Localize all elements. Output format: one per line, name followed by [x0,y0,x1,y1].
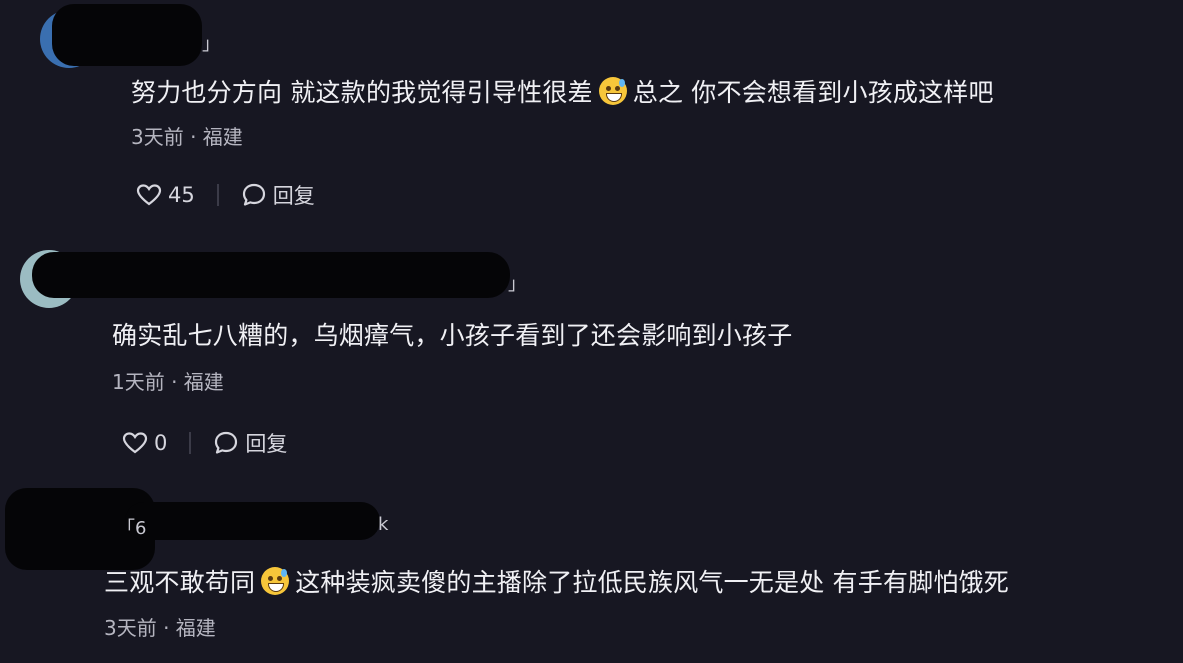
comment-meta: 3天前 · 福建 [104,616,216,640]
grinning-sweat-icon [598,77,627,105]
like-count: 45 [168,183,195,207]
reply-label: 回复 [272,184,315,208]
comment-text: 确实乱七八糟的，乌烟瘴气，小孩子看到了还会影响到小孩子 [112,321,793,350]
reply-label: 回复 [245,432,288,456]
grinning-sweat-icon [261,567,290,595]
comment-bubble-icon [242,183,265,206]
comment-actions: 0 回复 [122,428,287,458]
username-tail: 」 [202,34,220,55]
divider [216,184,219,206]
like-button[interactable]: 45 [136,183,195,207]
username-redaction [52,4,202,66]
username-tail: 」 [508,274,526,295]
heart-icon [122,432,148,454]
username-tail: 「6 [117,518,147,539]
username-tail: k [378,514,389,535]
like-count: 0 [154,431,168,455]
divider [189,432,192,454]
comment-meta: 3天前 · 福建 [131,125,243,149]
comment-text: 努力也分方向 就这款的我觉得引导性很差 总之 你不会想看到小孩成这样吧 [131,77,994,107]
reply-button[interactable]: 回复 [213,428,287,458]
comment-text: 三观不敢苟同 这种装疯卖傻的主播除了拉低民族风气一无是处 有手有脚怕饿死 [104,567,1009,597]
comment-meta: 1天前 · 福建 [112,370,224,394]
username-redaction [32,252,510,298]
comment-actions: 45 回复 [136,180,315,210]
username-redaction [125,502,380,540]
reply-button[interactable]: 回复 [241,180,315,210]
like-button[interactable]: 0 [122,431,167,455]
heart-icon [136,184,162,206]
comment-bubble-icon [215,431,238,454]
